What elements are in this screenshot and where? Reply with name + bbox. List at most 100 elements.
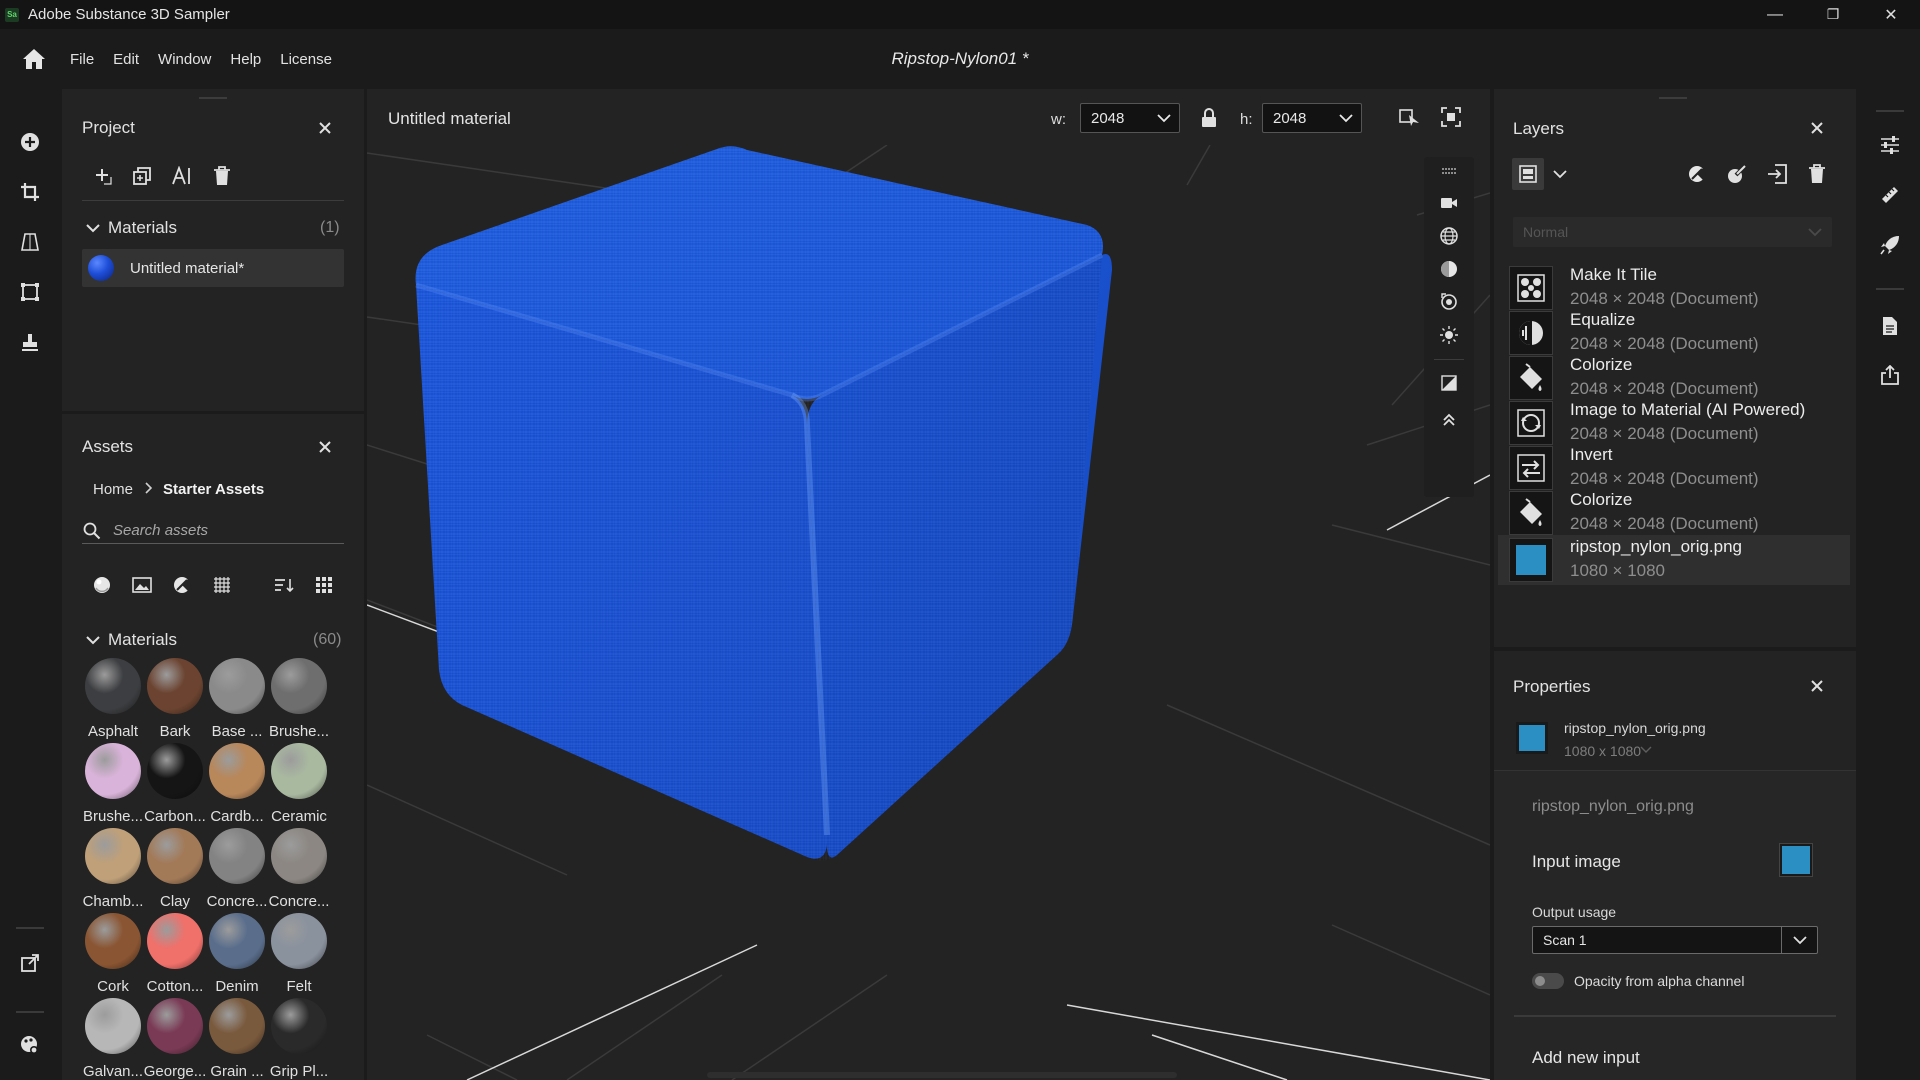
input-image-swatch[interactable] (1779, 843, 1813, 877)
add-icon[interactable] (18, 130, 42, 154)
drag-handle-icon[interactable] (1439, 161, 1459, 181)
menu-window[interactable]: Window (158, 51, 211, 68)
asset-material-item[interactable]: Clay (144, 828, 206, 912)
minimize-button[interactable]: — (1746, 0, 1804, 29)
asset-material-item[interactable]: Galvan... (82, 998, 144, 1080)
asset-material-item[interactable]: Brushe... (82, 743, 144, 827)
asset-material-item[interactable]: Carbon... (144, 743, 206, 827)
pattern-filter-icon[interactable] (211, 574, 233, 596)
add-layer-button[interactable] (1512, 158, 1544, 190)
menu-edit[interactable]: Edit (113, 51, 139, 68)
delete-layer-icon[interactable] (1806, 163, 1828, 185)
grid-view-icon[interactable] (313, 574, 335, 596)
asset-material-item[interactable]: Felt (268, 913, 330, 997)
asset-material-item[interactable]: Bark (144, 658, 206, 742)
perspective-icon[interactable] (18, 230, 42, 254)
layer-item[interactable]: ripstop_nylon_orig.png 1080 × 1080 (1498, 535, 1850, 585)
asset-material-item[interactable]: Grain ... (206, 998, 268, 1080)
stamp-icon[interactable] (18, 330, 42, 354)
view-2d-icon[interactable] (1399, 106, 1421, 128)
add-new-input-button[interactable]: Add new input (1532, 1048, 1640, 1068)
close-window-button[interactable]: ✕ (1862, 0, 1920, 29)
close-layers-panel-button[interactable] (1810, 121, 1824, 135)
asset-material-item[interactable]: Cork (82, 913, 144, 997)
fit-view-icon[interactable] (1440, 106, 1462, 128)
asset-material-item[interactable]: Asphalt (82, 658, 144, 742)
adjustments-sliders-icon[interactable] (1879, 134, 1901, 156)
image-filter-icon[interactable] (131, 574, 153, 596)
asset-material-item[interactable]: Grip Pl... (268, 998, 330, 1080)
sort-icon[interactable] (273, 574, 295, 596)
layer-name: ripstop_nylon_orig.png (1570, 537, 1743, 556)
chevron-down-icon[interactable] (86, 635, 100, 645)
width-value: 2048 (1091, 109, 1125, 127)
chevron-down-icon[interactable] (1640, 746, 1652, 754)
rotate-light-icon[interactable] (1439, 292, 1459, 312)
import-icon[interactable] (1766, 163, 1788, 185)
close-properties-panel-button[interactable] (1810, 679, 1824, 693)
material-thumbnail (209, 913, 265, 969)
menu-file[interactable]: File (70, 51, 94, 68)
project-materials-section[interactable]: Materials (86, 218, 177, 238)
material-thumbnail (147, 828, 203, 884)
asset-material-item[interactable]: Base ... (206, 658, 268, 742)
camera-icon[interactable] (1439, 193, 1459, 213)
measure-icon[interactable] (1879, 184, 1901, 206)
asset-material-item[interactable]: Chamb... (82, 828, 144, 912)
asset-material-item[interactable]: Brushe... (268, 658, 330, 742)
project-material-item[interactable]: Untitled material* (82, 249, 344, 287)
transform-icon[interactable] (18, 280, 42, 304)
light-icon[interactable] (1439, 325, 1459, 345)
menu-license[interactable]: License (280, 51, 332, 68)
horizontal-scrollbar[interactable] (707, 1072, 1177, 1078)
assets-materials-section[interactable]: Materials (86, 630, 177, 650)
asset-material-item[interactable]: Denim (206, 913, 268, 997)
output-usage-select[interactable]: Scan 1 (1532, 926, 1818, 954)
3d-viewport[interactable] (367, 145, 1490, 1080)
layer-item[interactable]: Colorize 2048 × 2048 (Document) (1498, 486, 1850, 541)
materials-filter-icon[interactable] (91, 574, 113, 596)
opacity-alpha-toggle[interactable] (1532, 973, 1564, 989)
launch-icon[interactable] (1879, 234, 1901, 256)
chevron-down-icon[interactable] (86, 223, 100, 233)
asset-material-item[interactable]: Cardb... (206, 743, 268, 827)
drag-handle[interactable] (199, 97, 227, 99)
asset-material-item[interactable]: Concre... (206, 828, 268, 912)
restore-button[interactable]: ❐ (1804, 0, 1862, 29)
document-icon[interactable] (1879, 315, 1901, 337)
layer-name: Invert (1570, 445, 1613, 464)
crop-icon[interactable] (18, 180, 42, 204)
asset-material-item[interactable]: Ceramic (268, 743, 330, 827)
collapse-up-icon[interactable] (1439, 410, 1459, 430)
share-export-icon[interactable] (1879, 364, 1901, 386)
duplicate-icon[interactable] (131, 165, 153, 187)
export-image-icon[interactable] (18, 951, 42, 975)
settings-palette-icon[interactable] (18, 1033, 42, 1057)
chevron-down-icon[interactable] (1549, 163, 1571, 185)
asset-material-item[interactable]: Concre... (268, 828, 330, 912)
drag-handle[interactable] (1659, 97, 1687, 99)
filter-adjustments-icon[interactable] (171, 574, 193, 596)
search-input[interactable] (113, 522, 333, 539)
width-select[interactable]: 2048 (1080, 103, 1180, 133)
shading-sphere-icon[interactable] (1439, 259, 1459, 279)
blend-mode-select[interactable]: Normal (1513, 217, 1832, 247)
menu-help[interactable]: Help (230, 51, 261, 68)
mask-brush-icon[interactable] (1726, 163, 1748, 185)
close-assets-panel-button[interactable] (318, 440, 332, 454)
material-thumbnail (271, 998, 327, 1054)
tiling-preview-icon[interactable] (1439, 373, 1459, 393)
adjustment-layer-icon[interactable] (1686, 163, 1708, 185)
home-icon[interactable] (22, 48, 46, 70)
close-project-panel-button[interactable] (318, 121, 332, 135)
asset-material-item[interactable]: George... (144, 998, 206, 1080)
rename-icon[interactable] (172, 165, 194, 187)
lock-icon[interactable] (1198, 107, 1220, 129)
height-select[interactable]: 2048 (1262, 103, 1362, 133)
breadcrumb-current[interactable]: Starter Assets (163, 481, 264, 498)
trash-icon[interactable] (211, 165, 233, 187)
breadcrumb-home[interactable]: Home (93, 481, 133, 498)
add-material-button[interactable] (92, 165, 114, 187)
environment-icon[interactable] (1439, 226, 1459, 246)
asset-material-item[interactable]: Cotton... (144, 913, 206, 997)
